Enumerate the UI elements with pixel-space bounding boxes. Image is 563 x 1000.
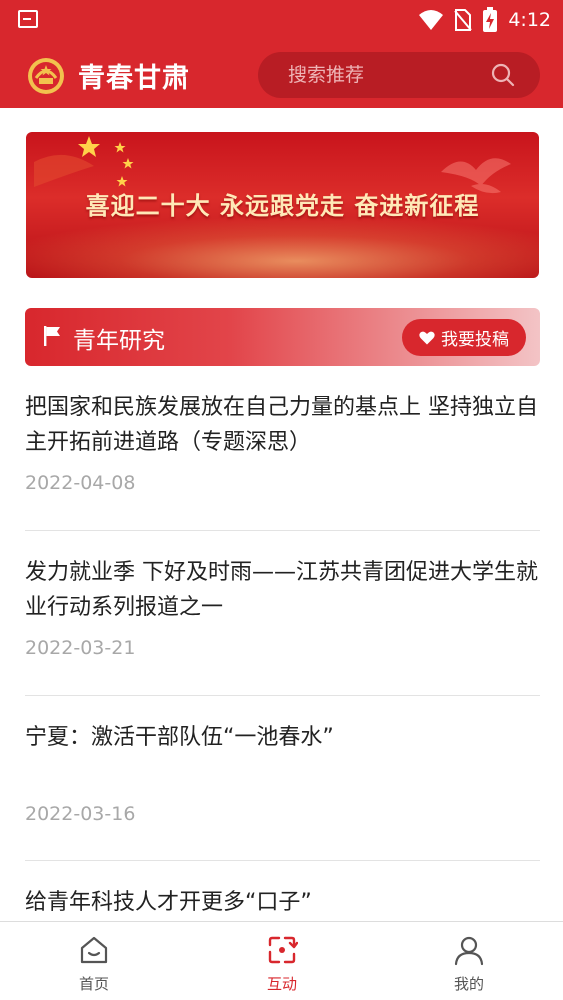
submit-article-label: 我要投稿 bbox=[441, 330, 509, 350]
heart-icon bbox=[419, 331, 435, 344]
banner-slogan: 喜迎二十大 永远跟党走 奋进新征程 bbox=[85, 192, 480, 220]
article-title: 给青年科技人才开更多“口子” bbox=[25, 890, 312, 915]
article-list: 把国家和民族发展放在自己力量的基点上 坚持独立自主开拓前进道路（专题深思） 20… bbox=[25, 366, 540, 921]
top-bar: 4:12 青春甘肃 bbox=[0, 0, 563, 108]
flag-icon bbox=[44, 326, 60, 346]
article-item[interactable]: 发力就业季 下好及时雨——江苏共青团促进大学生就业行动系列报道之一 2022-0… bbox=[25, 531, 540, 696]
search-bar[interactable] bbox=[258, 52, 540, 98]
submit-article-button[interactable]: 我要投稿 bbox=[402, 319, 526, 356]
youth-league-emblem-icon bbox=[28, 58, 64, 94]
tab-interact[interactable]: 互动 bbox=[222, 922, 342, 1000]
search-icon[interactable] bbox=[490, 62, 516, 88]
tab-label: 互动 bbox=[266, 975, 297, 993]
bottom-tab-bar: 首页 互动 我的 bbox=[0, 921, 563, 1000]
no-sim-icon bbox=[454, 9, 473, 31]
article-title: 把国家和民族发展放在自己力量的基点上 坚持独立自主开拓前进道路（专题深思） bbox=[25, 395, 538, 455]
article-item[interactable]: 宁夏：激活干部队伍“一池春水” 2022-03-16 bbox=[25, 696, 540, 861]
article-date: 2022-03-16 bbox=[25, 803, 136, 825]
app-title: 青春甘肃 bbox=[78, 63, 190, 94]
status-bar: 4:12 bbox=[0, 0, 563, 40]
interact-icon bbox=[268, 936, 298, 964]
article-title: 发力就业季 下好及时雨——江苏共青团促进大学生就业行动系列报道之一 bbox=[25, 560, 538, 620]
notification-icon bbox=[18, 10, 38, 28]
article-title: 宁夏：激活干部队伍“一池春水” bbox=[25, 725, 334, 750]
app-bar: 青春甘肃 bbox=[0, 44, 563, 104]
clock: 4:12 bbox=[508, 9, 551, 31]
section-title: 青年研究 bbox=[73, 328, 165, 354]
promo-banner[interactable]: 喜迎二十大 永远跟党走 奋进新征程 bbox=[26, 132, 539, 278]
banner-glow bbox=[26, 216, 539, 278]
article-item[interactable]: 把国家和民族发展放在自己力量的基点上 坚持独立自主开拓前进道路（专题深思） 20… bbox=[25, 366, 540, 531]
wifi-icon bbox=[419, 10, 444, 30]
status-right: 4:12 bbox=[418, 6, 551, 34]
tab-mine[interactable]: 我的 bbox=[409, 922, 529, 1000]
tab-label: 我的 bbox=[453, 975, 484, 993]
home-icon bbox=[80, 936, 108, 964]
article-item[interactable]: 给青年科技人才开更多“口子” bbox=[25, 861, 540, 921]
tab-label: 首页 bbox=[78, 975, 109, 993]
search-input[interactable] bbox=[288, 52, 488, 98]
section-header: 青年研究 我要投稿 bbox=[25, 308, 540, 366]
battery-charging-icon bbox=[483, 7, 498, 32]
article-date: 2022-04-08 bbox=[25, 472, 136, 494]
person-icon bbox=[454, 936, 484, 966]
article-date: 2022-03-21 bbox=[25, 637, 136, 659]
tab-home[interactable]: 首页 bbox=[34, 922, 154, 1000]
